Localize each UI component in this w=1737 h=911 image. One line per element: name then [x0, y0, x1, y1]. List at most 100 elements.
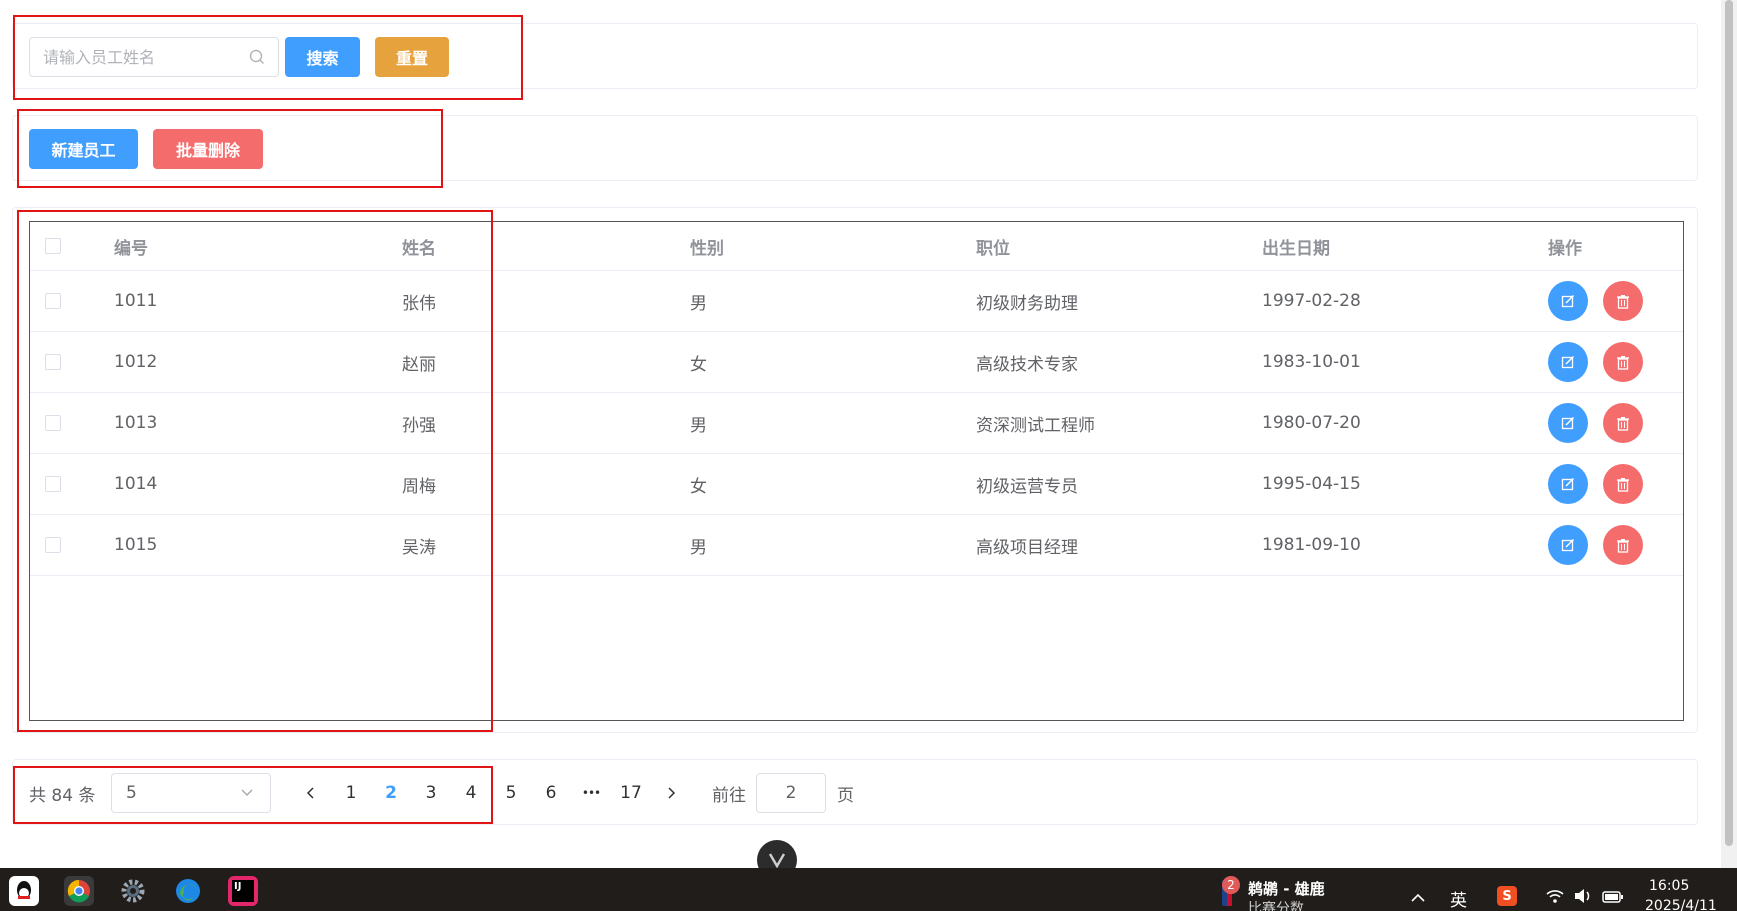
delete-row-button[interactable] — [1603, 342, 1643, 382]
table-header-row: 编号 姓名 性别 职位 出生日期 操作 — [30, 222, 1683, 271]
page-number-17[interactable]: 17 — [615, 773, 647, 813]
page-number-6[interactable]: 6 — [535, 773, 567, 813]
cell-gender: 男 — [690, 537, 707, 558]
scrollbar-thumb[interactable] — [1725, 0, 1733, 846]
page-number-4[interactable]: 4 — [455, 773, 487, 813]
show-hidden-icons-chevron-up-icon[interactable] — [1410, 888, 1426, 907]
cell-position: 初级运营专员 — [976, 476, 1078, 497]
page-size-select[interactable]: 5 — [111, 773, 271, 813]
cell-birth-date: 1981-09-10 — [1262, 535, 1361, 555]
column-header-birth-date: 出生日期 — [1262, 238, 1330, 259]
clock-date[interactable]: 2025/4/11 — [1645, 898, 1717, 911]
reset-button[interactable]: 重置 — [375, 37, 449, 77]
pagination-total: 共 84 条 — [29, 785, 96, 806]
search-icon — [249, 49, 264, 64]
wifi-icon[interactable] — [1545, 888, 1565, 908]
trash-icon — [1617, 416, 1629, 431]
edit-row-button[interactable] — [1548, 281, 1588, 321]
page-number-2[interactable]: 2 — [375, 773, 407, 813]
actions-card — [12, 115, 1698, 181]
row-checkbox[interactable] — [45, 354, 61, 370]
page-scrollbar[interactable] — [1721, 0, 1737, 868]
edit-row-button[interactable] — [1548, 403, 1588, 443]
chevron-left-icon — [306, 787, 314, 799]
edit-icon — [1561, 538, 1575, 552]
cell-birth-date: 1997-02-28 — [1262, 291, 1361, 311]
edit-row-button[interactable] — [1548, 525, 1588, 565]
column-header-position: 职位 — [976, 238, 1010, 259]
cell-birth-date: 1995-04-15 — [1262, 474, 1361, 494]
cell-birth-date: 1983-10-01 — [1262, 352, 1361, 372]
page-number-5[interactable]: 5 — [495, 773, 527, 813]
column-header-gender: 性别 — [690, 238, 724, 259]
battery-icon[interactable] — [1602, 889, 1624, 908]
page-ellipsis[interactable]: ••• — [575, 773, 607, 813]
prev-page-button[interactable] — [295, 773, 327, 813]
notification-badge: 2 — [1222, 876, 1240, 894]
cell-name: 周梅 — [402, 476, 436, 497]
table-row: 1012 赵丽 女 高级技术专家 1983-10-01 — [30, 332, 1683, 393]
row-checkbox[interactable] — [45, 476, 61, 492]
goto-page-input[interactable]: 2 — [756, 773, 826, 813]
delete-row-button[interactable] — [1603, 464, 1643, 504]
qq-icon[interactable] — [9, 876, 39, 906]
employee-name-search-input[interactable] — [29, 37, 279, 77]
intellij-idea-icon[interactable]: IJ — [228, 876, 258, 906]
delete-row-button[interactable] — [1603, 525, 1643, 565]
sogou-input-icon[interactable]: S — [1497, 886, 1517, 906]
cell-name: 孙强 — [402, 415, 436, 436]
row-checkbox[interactable] — [45, 415, 61, 431]
cell-position: 高级技术专家 — [976, 354, 1078, 375]
table-row: 1013 孙强 男 资深测试工程师 1980-07-20 — [30, 393, 1683, 454]
batch-delete-button[interactable]: 批量删除 — [153, 129, 263, 169]
chrome-icon[interactable] — [64, 876, 94, 906]
cell-position: 初级财务助理 — [976, 293, 1078, 314]
column-header-actions: 操作 — [1548, 238, 1582, 259]
settings-gear-icon[interactable] — [118, 876, 148, 906]
cell-gender: 男 — [690, 293, 707, 314]
edit-row-button[interactable] — [1548, 464, 1588, 504]
news-subtitle[interactable]: 比赛分数 — [1248, 898, 1304, 911]
cell-name: 吴涛 — [402, 537, 436, 558]
cell-name: 张伟 — [402, 293, 436, 314]
volume-icon[interactable] — [1573, 888, 1593, 908]
delete-row-button[interactable] — [1603, 403, 1643, 443]
trash-icon — [1617, 355, 1629, 370]
page-size-value: 5 — [126, 783, 137, 803]
row-checkbox[interactable] — [45, 537, 61, 553]
cell-name: 赵丽 — [402, 354, 436, 375]
edit-row-button[interactable] — [1548, 342, 1588, 382]
cell-id: 1011 — [114, 291, 158, 311]
page-suffix-label: 页 — [837, 785, 854, 806]
edit-icon — [1561, 477, 1575, 491]
cell-gender: 男 — [690, 415, 707, 436]
edit-icon — [1561, 294, 1575, 308]
chevron-down-icon — [241, 789, 253, 797]
edge-browser-icon[interactable] — [173, 876, 203, 906]
chevron-right-icon — [668, 787, 676, 799]
employee-table: 编号 姓名 性别 职位 出生日期 操作 1011 张伟男初级财务助理 1997-02… — [29, 221, 1684, 721]
table-row: 1014 周梅 女 初级运营专员 1995-04-15 — [30, 454, 1683, 515]
cell-id: 1014 — [114, 474, 158, 494]
page-number-1[interactable]: 1 — [335, 773, 367, 813]
ime-indicator[interactable]: 英 — [1450, 886, 1467, 911]
select-all-checkbox[interactable] — [45, 238, 61, 254]
vue-logo-icon — [768, 853, 786, 868]
table-row: 1015 吴涛 男 高级项目经理 1981-09-10 — [30, 515, 1683, 576]
delete-row-button[interactable] — [1603, 281, 1643, 321]
cell-position: 资深测试工程师 — [976, 415, 1095, 436]
cell-gender: 女 — [690, 476, 707, 497]
page-number-3[interactable]: 3 — [415, 773, 447, 813]
new-employee-button[interactable]: 新建员工 — [29, 129, 138, 169]
cell-birth-date: 1980-07-20 — [1262, 413, 1361, 433]
search-button[interactable]: 搜索 — [285, 37, 360, 77]
next-page-button[interactable] — [655, 773, 687, 813]
row-checkbox[interactable] — [45, 293, 61, 309]
cell-gender: 女 — [690, 354, 707, 375]
column-header-id: 编号 — [114, 238, 148, 259]
clock-time[interactable]: 16:05 — [1649, 878, 1689, 894]
edit-icon — [1561, 355, 1575, 369]
news-title[interactable]: 鹈鹕 - 雄鹿 — [1248, 878, 1325, 899]
windows-taskbar — [0, 868, 1737, 911]
goto-label: 前往 — [712, 785, 746, 806]
